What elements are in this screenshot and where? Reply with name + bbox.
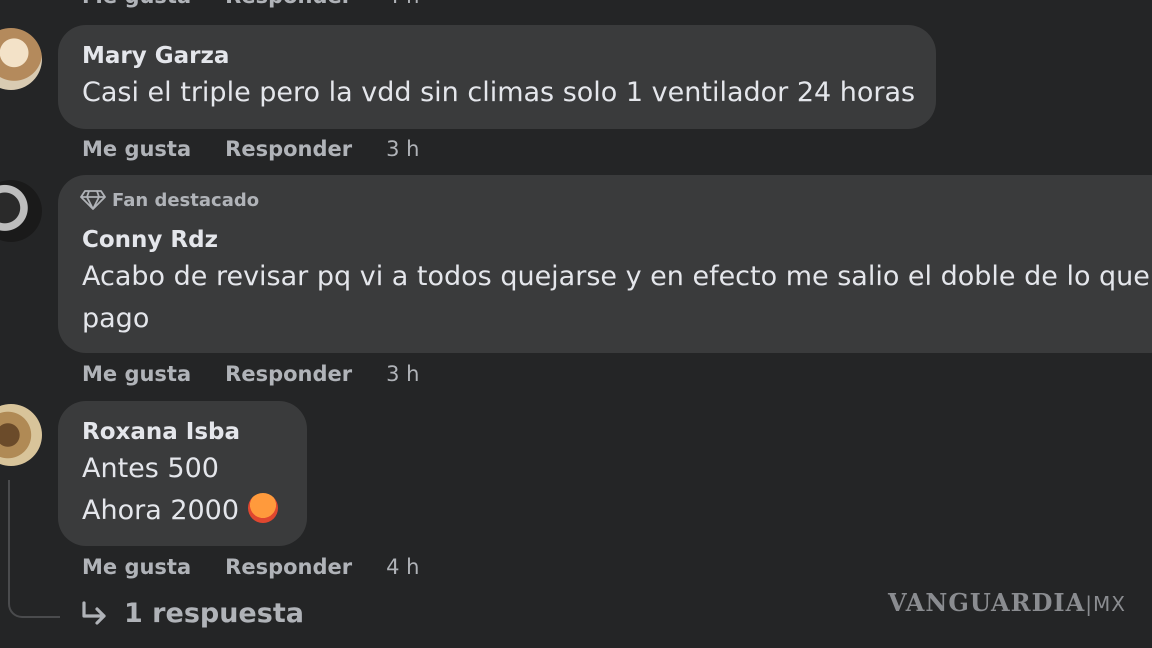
comment-author[interactable]: Roxana Isba bbox=[82, 419, 240, 445]
comment-actions: Me gusta Responder 3 h bbox=[82, 137, 419, 161]
timestamp[interactable]: 4 h bbox=[386, 0, 419, 8]
comment-bubble: Roxana Isba Antes 500 Ahora 2000 bbox=[58, 401, 307, 546]
replies-count-label: 1 respuesta bbox=[124, 598, 304, 629]
reply-button[interactable]: Responder bbox=[225, 362, 352, 386]
timestamp[interactable]: 3 h bbox=[386, 137, 419, 161]
badge-label: Fan destacado bbox=[112, 189, 260, 211]
comment-actions: Me gusta Responder 3 h bbox=[82, 362, 419, 386]
comment-bubble: Mary Garza Casi el triple pero la vdd si… bbox=[58, 25, 936, 129]
comment-text-line-2: Ahora 2000 bbox=[82, 492, 278, 527]
action-row-previous: Me gusta Responder 4 h bbox=[82, 0, 419, 8]
comment-bubble: Fan destacado Conny Rdz Acabo de revisar… bbox=[58, 175, 1152, 353]
top-fan-badge: Fan destacado bbox=[80, 189, 259, 211]
comment-text: Casi el triple pero la vdd sin climas so… bbox=[82, 77, 916, 108]
like-button[interactable]: Me gusta bbox=[82, 362, 191, 386]
like-button[interactable]: Me gusta bbox=[82, 137, 191, 161]
comment-text-line-1: Antes 500 bbox=[82, 453, 219, 484]
watermark-suffix: MX bbox=[1093, 592, 1126, 616]
reply-button[interactable]: Responder bbox=[225, 555, 352, 579]
avatar[interactable] bbox=[0, 180, 42, 242]
like-button[interactable]: Me gusta bbox=[82, 0, 191, 8]
thread-line bbox=[8, 480, 60, 618]
comment-text-line-1: Acabo de revisar pq vi a todos quejarse … bbox=[82, 261, 1150, 292]
diamond-icon bbox=[80, 190, 106, 210]
watermark-separator: | bbox=[1085, 592, 1094, 616]
comment-text-value: Ahora 2000 bbox=[82, 495, 240, 526]
comment-author[interactable]: Conny Rdz bbox=[82, 227, 218, 253]
comment-text-line-2: pago bbox=[82, 303, 150, 334]
timestamp[interactable]: 4 h bbox=[386, 555, 419, 579]
timestamp[interactable]: 3 h bbox=[386, 362, 419, 386]
like-button[interactable]: Me gusta bbox=[82, 555, 191, 579]
reply-button[interactable]: Responder bbox=[225, 0, 352, 8]
comment-actions: Me gusta Responder 4 h bbox=[82, 555, 419, 579]
view-replies-link[interactable]: 1 respuesta bbox=[80, 598, 304, 629]
vanguardia-watermark-logo: VANGUARDIA|MX bbox=[888, 588, 1126, 617]
comment-author[interactable]: Mary Garza bbox=[82, 43, 229, 69]
hot-face-emoji-icon bbox=[247, 492, 278, 523]
watermark-brand: VANGUARDIA bbox=[888, 588, 1086, 617]
avatar[interactable] bbox=[0, 404, 42, 466]
reply-arrow-icon bbox=[82, 600, 106, 625]
reply-button[interactable]: Responder bbox=[225, 137, 352, 161]
avatar[interactable] bbox=[0, 28, 42, 90]
